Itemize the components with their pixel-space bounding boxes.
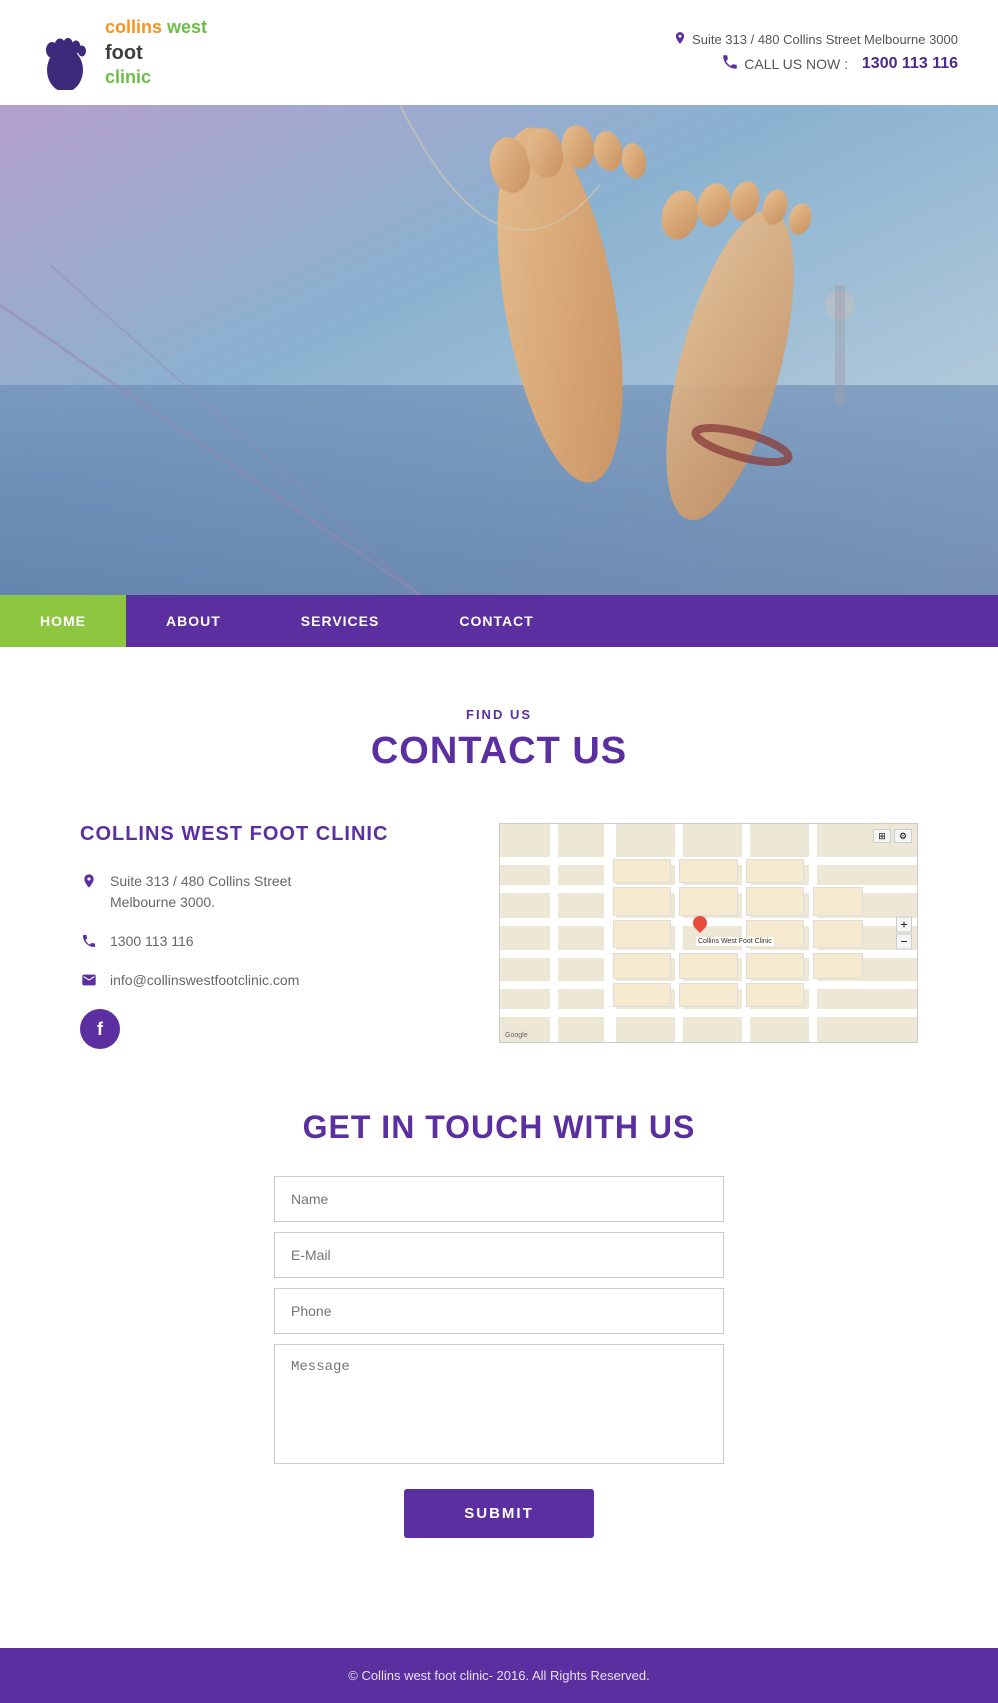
footer-copyright: © Collins west foot clinic- 2016. All Ri… [348,1668,649,1683]
hero-decoration [0,105,998,595]
phone-icon-small [80,932,98,950]
nav-contact[interactable]: CONTACT [419,595,573,647]
map-block [746,953,804,979]
map-block [746,859,804,883]
contact-form: SUBMIT [274,1176,724,1538]
section-title-part2: US [572,730,627,772]
map[interactable]: Collins West Foot Clinic Google ⊞ ⚙ + − [499,823,918,1043]
email-icon [80,971,98,989]
map-block [613,983,671,1007]
contact-info: COLLINS WEST FOOT CLINIC Suite 313 / 480… [80,823,459,1049]
touch-title-part2: TOUCH WITH US [425,1109,695,1145]
hero-image [0,105,998,595]
phone-item: 1300 113 116 [80,931,459,952]
header-phone: CALL US NOW : 1300 113 116 [673,53,958,74]
address-text: Suite 313 / 480 Collins Street Melbourne… [110,871,291,913]
phone-number: 1300 113 116 [862,55,958,73]
email-text: info@collinswestfootclinic.com [110,970,299,991]
navigation: HOME ABOUT SERVICES CONTACT [0,595,998,647]
header-contact: Suite 313 / 480 Collins Street Melbourne… [673,31,958,74]
map-pin [693,916,707,934]
message-input[interactable] [274,1344,724,1464]
header: collins west foot clinic Suite 313 / 480… [0,0,998,105]
logo-collins: collins [105,17,167,37]
map-block [679,983,737,1007]
clinic-name: COLLINS WEST FOOT CLINIC [80,823,459,846]
map-controls: ⊞ ⚙ [873,829,912,843]
map-block [679,859,737,883]
name-input[interactable] [274,1176,724,1222]
logo: collins west foot clinic [40,15,207,90]
contact-section: FIND US CONTACT US COLLINS WEST FOOT CLI… [0,647,998,1648]
map-block [679,953,737,979]
map-street [500,1009,917,1017]
touch-title: GET IN TOUCH WITH US [160,1109,838,1146]
map-block [679,887,737,915]
section-title: CONTACT US [80,730,918,773]
touch-title-part1: GET IN [303,1109,426,1145]
touch-section: GET IN TOUCH WITH US SUBMIT [80,1109,918,1598]
map-block [813,887,863,915]
logo-foot-icon [40,15,100,90]
footer: © Collins west foot clinic- 2016. All Ri… [0,1648,998,1703]
map-view-toggle[interactable]: ⊞ [873,829,891,843]
email-item: info@collinswestfootclinic.com [80,970,459,991]
header-address: Suite 313 / 480 Collins Street Melbourne… [673,31,958,48]
map-settings[interactable]: ⚙ [894,829,912,843]
phone-label: CALL US NOW : [744,56,848,72]
map-pin-head [690,913,710,933]
location-icon [673,31,687,48]
map-attribution: Google [505,1032,528,1039]
address-item: Suite 313 / 480 Collins Street Melbourne… [80,871,459,913]
contact-row: COLLINS WEST FOOT CLINIC Suite 313 / 480… [80,823,918,1049]
facebook-button[interactable]: f [80,1009,120,1049]
email-input[interactable] [274,1232,724,1278]
map-block [613,859,671,883]
nav-home[interactable]: HOME [0,595,126,647]
logo-west: west [167,17,207,37]
map-block [746,983,804,1007]
map-block [613,920,671,948]
map-zoom-controls: + − [896,917,912,950]
map-block [613,887,671,915]
logo-text: collins west foot clinic [105,16,207,89]
phone-text: 1300 113 116 [110,931,194,952]
phone-input[interactable] [274,1288,724,1334]
section-subtitle: FIND US [80,707,918,722]
address-icon [80,872,98,890]
map-zoom-out[interactable]: − [896,934,912,950]
phone-icon [721,53,739,74]
submit-button[interactable]: SUBMIT [404,1489,594,1538]
map-block [613,953,671,979]
logo-clinic: clinic [105,66,207,89]
map-background: Collins West Foot Clinic Google ⊞ ⚙ + − [500,824,917,1042]
map-label: Collins West Foot Clinic [696,937,774,946]
section-title-part1: CONTACT [371,730,573,772]
header-address-text: Suite 313 / 480 Collins Street Melbourne… [692,32,958,47]
map-zoom-in[interactable]: + [896,917,912,933]
logo-foot-text: foot [105,40,207,66]
map-block [813,953,863,979]
map-block [746,887,804,915]
nav-about[interactable]: ABOUT [126,595,261,647]
map-block [813,920,863,948]
nav-services[interactable]: SERVICES [261,595,420,647]
